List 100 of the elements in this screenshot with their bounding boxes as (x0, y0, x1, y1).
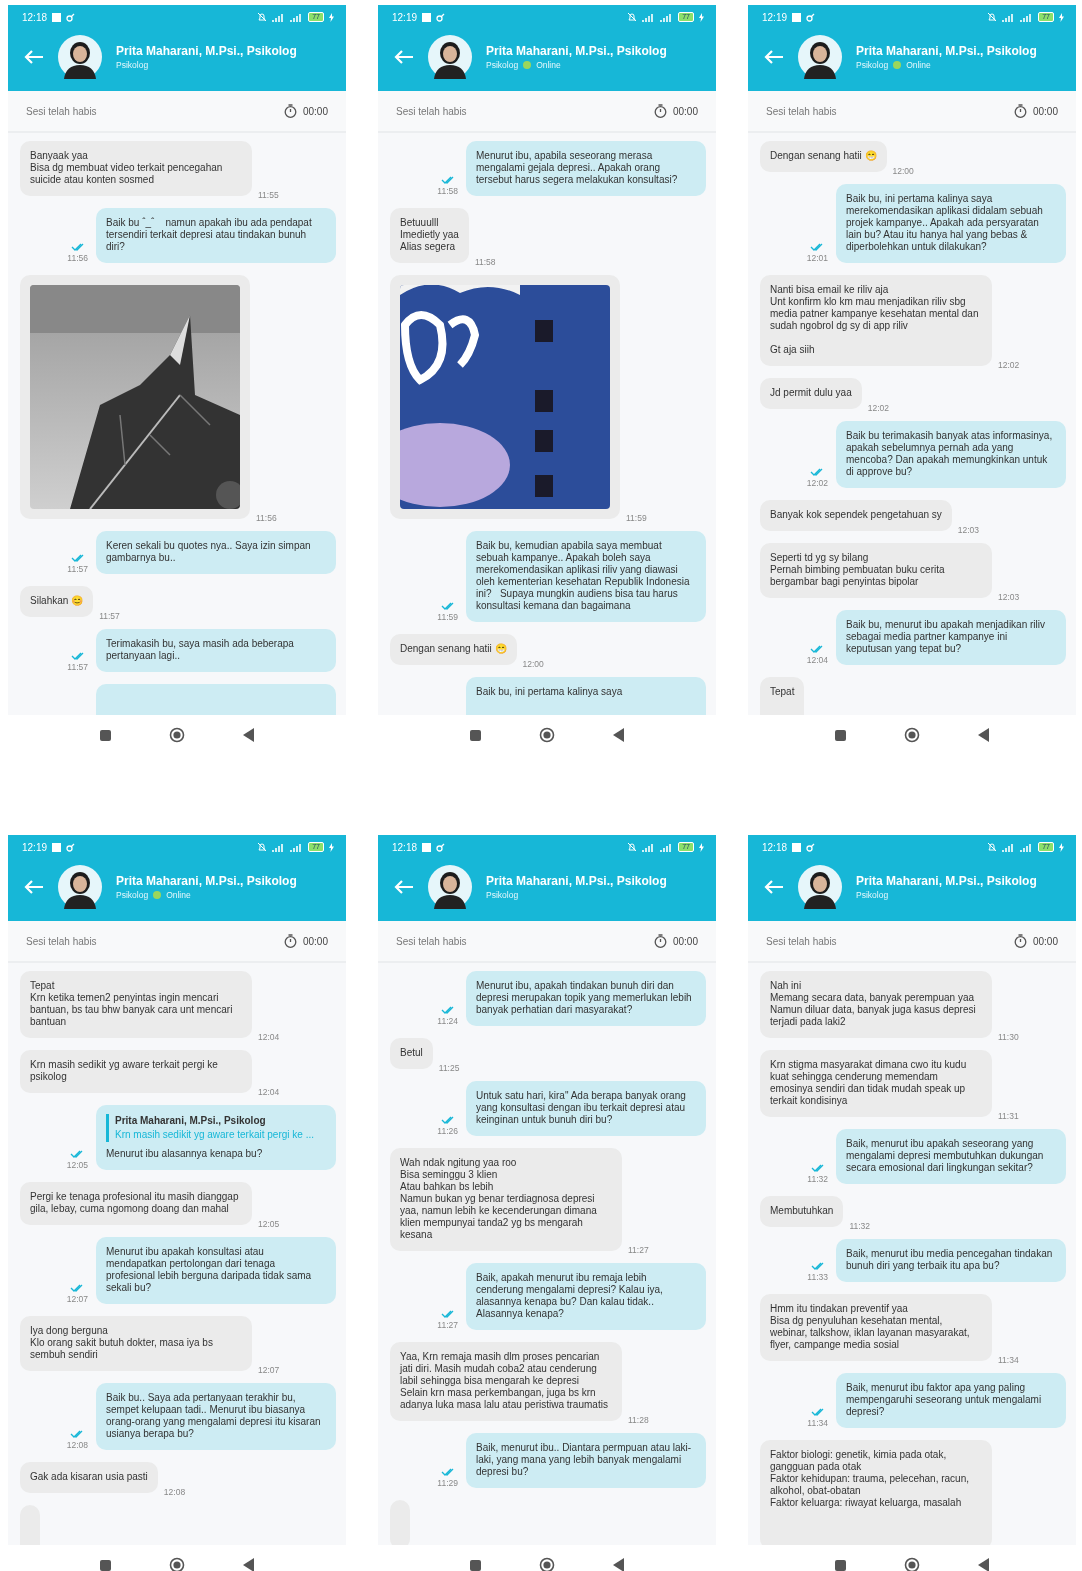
message-time: 12:00 (892, 166, 914, 176)
quoted-sender: Prita Maharani, M.Psi., Psikolog (115, 1115, 267, 1127)
recent-apps-button[interactable] (469, 1559, 481, 1571)
recent-apps-button[interactable] (834, 729, 846, 741)
charging-icon (1059, 842, 1064, 852)
message-time: 11:30 (998, 1032, 1019, 1042)
message-bubble: Baik bu ˆ_ˆ namun apakah ibu ada pendapat tersendiri terkait depresi atau tindakan bunuh diri? (96, 208, 336, 263)
online-dot (893, 61, 902, 69)
message-bubble: Krn stigma masyarakat dimana cwo itu kudu kuat sehingga cenderung memendam emosinya sendiri dan tidak mudah speak up terkait kondisinya (760, 1050, 992, 1117)
back-button[interactable] (242, 728, 255, 742)
message-time: 11:27 (628, 1245, 649, 1255)
message-bubble: Menurut ibu, apabila seseorang merasa mengalami gejala depresi.. Apakah orang tersebut harus segera melakukan konsultasi? (466, 141, 706, 196)
recent-apps-button[interactable] (834, 1559, 846, 1571)
message-bubble: Baik bu terimakasih banyak atas informasinya, apakah sebelumnya pernah ada yang mencoba? Dan apakah memungkinkan untuk di approve bu? (836, 421, 1066, 488)
charging-icon (699, 12, 704, 22)
message-time: 12:03 (957, 525, 980, 535)
session-status: Sesi telah habis (396, 105, 468, 117)
avatar[interactable] (58, 35, 102, 79)
stopwatch-icon (283, 104, 297, 118)
message-time: 11:27 (437, 1320, 458, 1330)
message-time: 11:59 (437, 612, 458, 622)
charging-icon (329, 12, 334, 22)
recent-apps-button[interactable] (99, 1559, 111, 1571)
read-receipt-icon (810, 1408, 825, 1416)
home-button[interactable] (903, 727, 920, 743)
contact-name: Prita Maharani, M.Psi., Psikolog (116, 874, 297, 888)
session-timer: 00:00 (302, 105, 328, 117)
contact-name: Prita Maharani, M.Psi., Psikolog (486, 44, 667, 58)
message-bubble: Banyak kok sependek pengetahuan sy (760, 500, 952, 531)
message-time: 12:04 (258, 1087, 280, 1097)
read-receipt-icon (440, 1116, 455, 1124)
back-button[interactable] (977, 1558, 990, 1571)
message-time: 11:57 (67, 564, 88, 574)
status-time: 12:18 (762, 841, 788, 853)
message-time: 12:07 (66, 1294, 88, 1304)
message-time: 12:04 (806, 655, 828, 665)
recent-apps-button[interactable] (469, 729, 481, 741)
signal-icon (660, 12, 674, 22)
read-receipt-icon (440, 176, 455, 184)
message-bubble: Nah ini Memang secara data, banyak perempuan yaa Namun diluar data, banyak juga kasus depresi terjadi pada laki2 (760, 971, 992, 1038)
back-button[interactable] (977, 728, 990, 742)
message-bubble: Yaa, Krn remaja masih dlm proses pencarian jati diri. Masih mudah coba2 atau cenderung labil sehingga bisa mengarah ke depresi Selain krn masa perkembangan, juga bs krn adanya luka masa lalu atau peristiwa traumatis (390, 1342, 622, 1421)
message-time: 12:01 (806, 253, 828, 263)
contact-name: Prita Maharani, M.Psi., Psikolog (116, 44, 297, 58)
message-bubble: Baik, menurut ibu.. Diantara permpuan atau laki-laki, yang mana yang lebih banyak mengalami depresi bu? (466, 1433, 706, 1488)
signal-icon (1002, 842, 1016, 852)
session-timer: 00:00 (1032, 105, 1058, 117)
message-bubble: Baik bu, menurut ibu apakah menjadikan riliv sebagai media partner kampanye ini keputusan yang tepat bu? (836, 610, 1066, 665)
read-receipt-icon (810, 1164, 825, 1172)
read-receipt-icon (70, 1430, 85, 1438)
image-message[interactable] (390, 275, 620, 519)
home-button[interactable] (168, 727, 185, 743)
avatar[interactable] (798, 865, 842, 909)
message-bubble: Baik bu, ini pertama kalinya saya merekomendasikan aplikasi didalam sebuah projek kampanye.. Apakah ada persyaratan lain bu? Atau itu hanya hal yang bebas & diperbolehkan untuk dilakukan? (836, 184, 1066, 263)
session-status: Sesi telah habis (26, 105, 98, 117)
back-button[interactable] (242, 1558, 255, 1571)
signal-icon (1002, 12, 1016, 22)
status-time: 12:19 (392, 11, 418, 23)
message-time: 12:07 (258, 1365, 280, 1375)
notification-icon (422, 12, 432, 22)
back-button[interactable] (612, 1558, 625, 1571)
back-button[interactable] (612, 728, 625, 742)
avatar[interactable] (58, 865, 102, 909)
message-bubble: Keren sekali bu quotes nya.. Saya izin simpan gambarnya bu.. (96, 531, 336, 574)
message-bubble: Baik bu, kemudian apabila saya membuat sebuah kampanye.. Apakah boleh saya merekomendasikan aplikasi riliv yang diawasi oleh kementerian kesehatan Republik Indonesia ini? Supaya mungkin audiens bisa tau harus konsultasi kemana dan bagaimana (466, 531, 706, 622)
message-time: 11:34 (807, 1418, 828, 1428)
notification-icon (792, 842, 802, 852)
recent-apps-button[interactable] (99, 729, 111, 741)
avatar[interactable] (428, 865, 472, 909)
notification-icon (52, 842, 62, 852)
avatar[interactable] (798, 35, 842, 79)
message-time: 12:05 (258, 1219, 280, 1229)
home-button[interactable] (168, 1557, 185, 1571)
message-bubble: Baik, apakah menurut ibu remaja lebih cenderung mengalami depresi? Kalau iya, alasannya kenapa bu? Dan kalau tidak.. Alasannya kenapa? (466, 1263, 706, 1330)
contact-role: Psikolog (116, 890, 149, 900)
home-button[interactable] (903, 1557, 920, 1571)
stopwatch-icon (1013, 104, 1027, 118)
message-time: 11:25 (438, 1063, 460, 1073)
read-receipt-icon (440, 1006, 455, 1014)
message-bubble: Terimakasih bu, saya masih ada beberapa pertanyaan lagi.. (96, 629, 336, 672)
message-time: 12:00 (522, 659, 544, 669)
message-time: 11:32 (807, 1174, 828, 1184)
message-bubble: Baik, menurut ibu apakah seseorang yang mengalami depresi membutuhkan dukungan secara emosional dari lingkungan sekitar? (836, 1129, 1066, 1184)
quoted-message[interactable]: Prita Maharani, M.Psi., Psikolog Krn masih sedikit yg aware terkait pergi ke ... (106, 1114, 326, 1142)
status-icon (436, 842, 446, 852)
message-bubble: Gak ada kisaran usia pasti (20, 1462, 158, 1493)
read-receipt-icon (810, 243, 825, 251)
message-time: 11:56 (256, 513, 277, 523)
image-message[interactable] (20, 275, 250, 519)
home-button[interactable] (538, 727, 555, 743)
signal-icon (272, 12, 286, 22)
avatar[interactable] (428, 35, 472, 79)
bell-off-icon (627, 842, 638, 852)
session-timer: 00:00 (672, 935, 698, 947)
status-icon (66, 12, 76, 22)
notification-icon (422, 842, 432, 852)
contact-name: Prita Maharani, M.Psi., Psikolog (856, 44, 1037, 58)
home-button[interactable] (538, 1557, 555, 1571)
bell-off-icon (987, 12, 998, 22)
status-time: 12:19 (762, 11, 788, 23)
